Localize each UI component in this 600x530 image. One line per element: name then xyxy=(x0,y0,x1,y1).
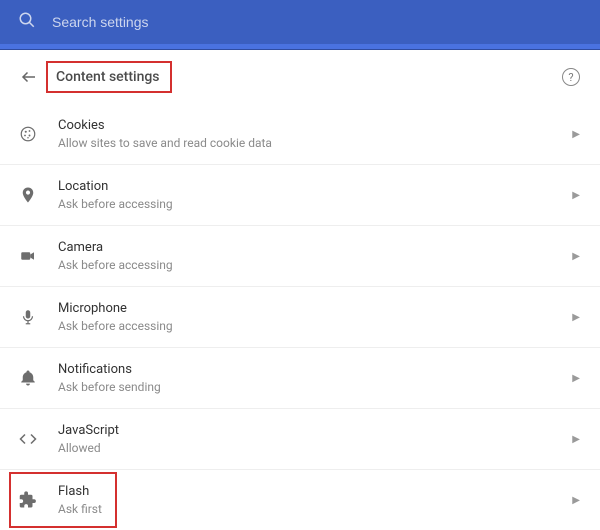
row-title: Camera xyxy=(58,240,552,255)
row-location[interactable]: Location Ask before accessing ▶ xyxy=(0,165,600,226)
row-flash[interactable]: Flash Ask first ▶ xyxy=(0,470,600,530)
back-button[interactable] xyxy=(20,68,38,86)
chevron-right-icon: ▶ xyxy=(572,373,580,384)
row-subtitle: Ask before sending xyxy=(58,380,552,394)
header-row: Content settings ? xyxy=(0,50,600,104)
row-title: Cookies xyxy=(58,118,552,133)
camera-icon xyxy=(18,247,38,265)
row-title: Microphone xyxy=(58,301,552,316)
chevron-right-icon: ▶ xyxy=(572,434,580,445)
search-icon xyxy=(18,11,36,33)
row-title: Flash xyxy=(58,484,552,499)
row-title: JavaScript xyxy=(58,423,552,438)
bell-icon xyxy=(18,369,38,387)
help-button[interactable]: ? xyxy=(562,68,580,86)
chevron-right-icon: ▶ xyxy=(572,190,580,201)
row-subtitle: Ask before accessing xyxy=(58,197,552,211)
cookie-icon xyxy=(18,125,38,143)
chevron-right-icon: ▶ xyxy=(572,495,580,506)
settings-list: Cookies Allow sites to save and read coo… xyxy=(0,104,600,530)
row-javascript[interactable]: JavaScript Allowed ▶ xyxy=(0,409,600,470)
row-subtitle: Allow sites to save and read cookie data xyxy=(58,136,552,150)
search-bar xyxy=(0,0,600,44)
search-input[interactable] xyxy=(52,14,582,30)
row-subtitle: Ask before accessing xyxy=(58,319,552,333)
page-title-highlight: Content settings xyxy=(46,61,172,93)
row-camera[interactable]: Camera Ask before accessing ▶ xyxy=(0,226,600,287)
code-icon xyxy=(18,430,38,448)
location-icon xyxy=(18,186,38,204)
extension-icon xyxy=(18,491,38,509)
row-cookies[interactable]: Cookies Allow sites to save and read coo… xyxy=(0,104,600,165)
microphone-icon xyxy=(18,308,38,326)
row-subtitle: Allowed xyxy=(58,441,552,455)
row-microphone[interactable]: Microphone Ask before accessing ▶ xyxy=(0,287,600,348)
row-title: Location xyxy=(58,179,552,194)
row-subtitle: Ask first xyxy=(58,502,552,516)
row-notifications[interactable]: Notifications Ask before sending ▶ xyxy=(0,348,600,409)
row-subtitle: Ask before accessing xyxy=(58,258,552,272)
page-title: Content settings xyxy=(56,69,160,85)
chevron-right-icon: ▶ xyxy=(572,251,580,262)
chevron-right-icon: ▶ xyxy=(572,312,580,323)
chevron-right-icon: ▶ xyxy=(572,129,580,140)
row-title: Notifications xyxy=(58,362,552,377)
